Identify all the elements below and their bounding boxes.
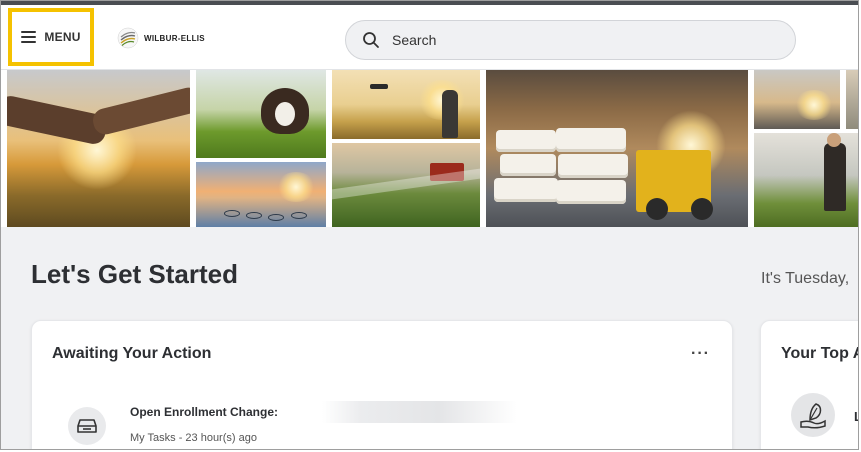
search-bar[interactable] xyxy=(345,20,796,60)
wilbur-ellis-logo-icon xyxy=(117,27,139,49)
banner-image-partial xyxy=(846,70,858,129)
redacted-task-detail xyxy=(322,401,517,423)
menu-button-label: MENU xyxy=(44,30,81,44)
banner-image-dog-field xyxy=(196,70,326,158)
company-logo[interactable]: WILBUR-ELLIS xyxy=(117,27,205,49)
search-icon xyxy=(363,32,379,48)
banner-image-handshake xyxy=(7,70,190,227)
banner-image-sunset-landscape xyxy=(754,70,840,129)
page-title: Let's Get Started xyxy=(31,259,239,289)
menu-button[interactable]: MENU xyxy=(8,8,94,66)
inbox-icon xyxy=(77,419,97,433)
date-greeting: It's Tuesday, xyxy=(761,270,850,287)
learning-app-icon[interactable] xyxy=(791,393,835,437)
awaiting-action-card: Awaiting Your Action ··· Open Enrollment… xyxy=(31,320,733,449)
hero-banner xyxy=(1,70,858,227)
company-logo-text: WILBUR-ELLIS xyxy=(144,33,205,43)
top-apps-card: Your Top A L xyxy=(760,320,859,449)
banner-image-tractor-spraying xyxy=(332,143,480,227)
top-header: MENU WILBUR-ELLIS xyxy=(1,5,858,70)
more-options-button[interactable]: ··· xyxy=(691,345,710,363)
awaiting-action-title: Awaiting Your Action xyxy=(52,345,212,362)
app-window: MENU WILBUR-ELLIS Search Let's Get Start… xyxy=(0,0,859,450)
top-app-label[interactable]: L xyxy=(854,409,858,424)
task-subtitle: My Tasks - 23 hour(s) ago xyxy=(130,432,257,444)
hamburger-icon xyxy=(21,31,37,43)
feather-hand-icon xyxy=(800,403,826,429)
banner-image-forklift-warehouse xyxy=(486,70,748,227)
banner-image-drone-wheat xyxy=(332,70,480,139)
task-inbox-icon xyxy=(68,407,106,445)
banner-image-farmers-field xyxy=(754,133,858,227)
banner-image-aquaculture xyxy=(196,162,326,227)
search-input[interactable] xyxy=(390,31,754,49)
task-title-link[interactable]: Open Enrollment Change: xyxy=(130,405,278,419)
top-apps-title: Your Top A xyxy=(781,345,859,362)
